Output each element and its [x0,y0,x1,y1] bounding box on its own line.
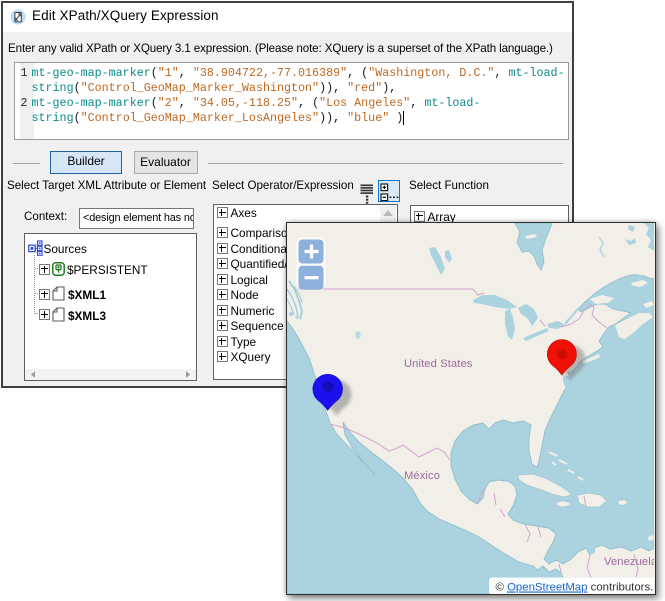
svg-text:© OpenStreetMap contributors.: © OpenStreetMap contributors. [495,581,653,593]
svg-text:United States: United States [404,358,473,370]
svg-text:México: México [404,470,440,482]
svg-text:Venezuela: Venezuela [604,556,654,568]
